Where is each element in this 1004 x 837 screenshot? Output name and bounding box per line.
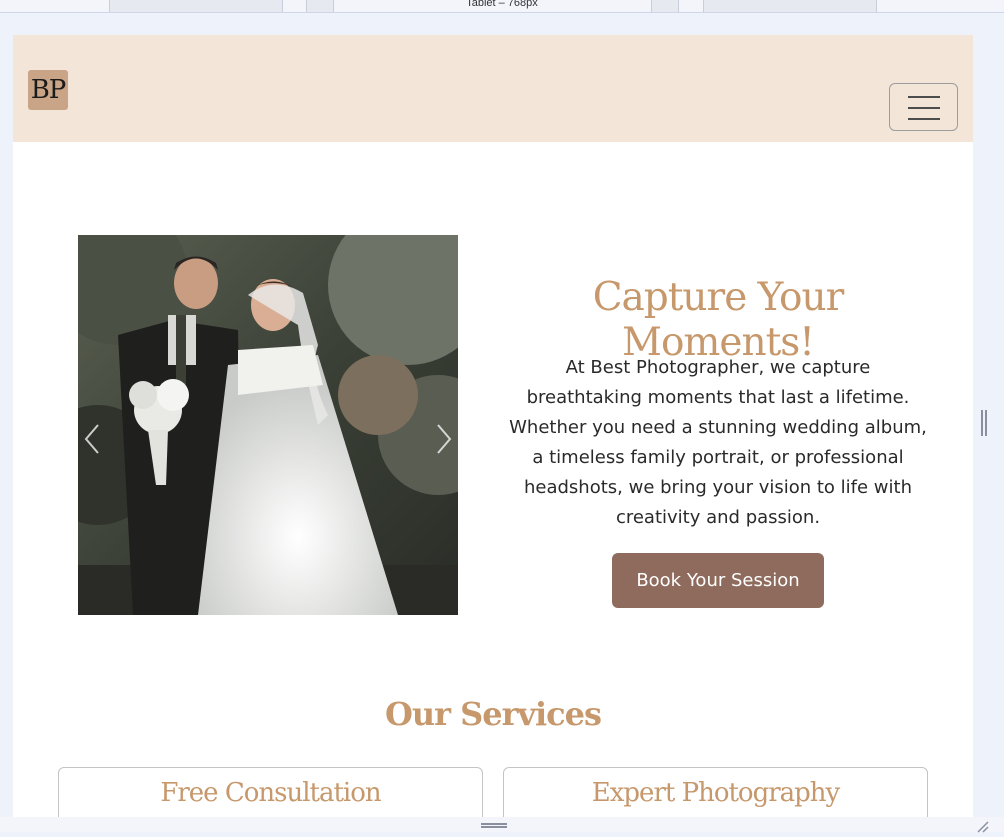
- hero-description: At Best Photographer, we capture breatht…: [505, 353, 931, 533]
- device-toolbar: Tablet – 768px: [0, 0, 1004, 13]
- service-card-title: Expert Photography: [591, 778, 840, 808]
- brand-logo[interactable]: BP: [28, 70, 68, 110]
- viewport-bottom-bar: [0, 817, 1004, 832]
- hero-carousel-image: [78, 235, 458, 615]
- chevron-right-icon[interactable]: [434, 423, 454, 455]
- wedding-couple-photo: [78, 235, 458, 615]
- hero-line: a timeless family portrait, or professio…: [532, 447, 904, 468]
- hero-title: Capture Your Moments!: [592, 275, 845, 365]
- viewport-resize-handle-right[interactable]: [981, 410, 987, 436]
- book-session-button[interactable]: Book Your Session: [612, 553, 824, 608]
- page-viewport: BP Capture Your Moments! At Best Photogr…: [13, 35, 973, 817]
- device-size-label: Tablet – 768px: [466, 0, 538, 9]
- hero-line: Whether you need a stunning wedding albu…: [509, 417, 927, 438]
- hero-line: breathtaking moments that last a lifetim…: [526, 387, 910, 408]
- viewport-resize-handle-bottom[interactable]: [481, 823, 507, 828]
- chevron-left-icon[interactable]: [82, 423, 102, 455]
- hero-line: At Best Photographer, we capture: [565, 357, 871, 378]
- site-header: BP: [13, 35, 973, 142]
- services-title: Our Services: [384, 695, 602, 733]
- service-card-title: Free Consultation: [160, 778, 381, 808]
- menu-toggle-button[interactable]: [889, 83, 958, 131]
- service-card-free-consultation[interactable]: Free Consultation: [58, 767, 483, 817]
- hero-line: headshots, we bring your vision to life …: [523, 477, 912, 498]
- hero-line: creativity and passion.: [615, 507, 821, 528]
- resize-corner-icon[interactable]: [976, 818, 990, 833]
- service-card-expert-photography[interactable]: Expert Photography: [503, 767, 928, 817]
- logo-text: BP: [30, 75, 67, 105]
